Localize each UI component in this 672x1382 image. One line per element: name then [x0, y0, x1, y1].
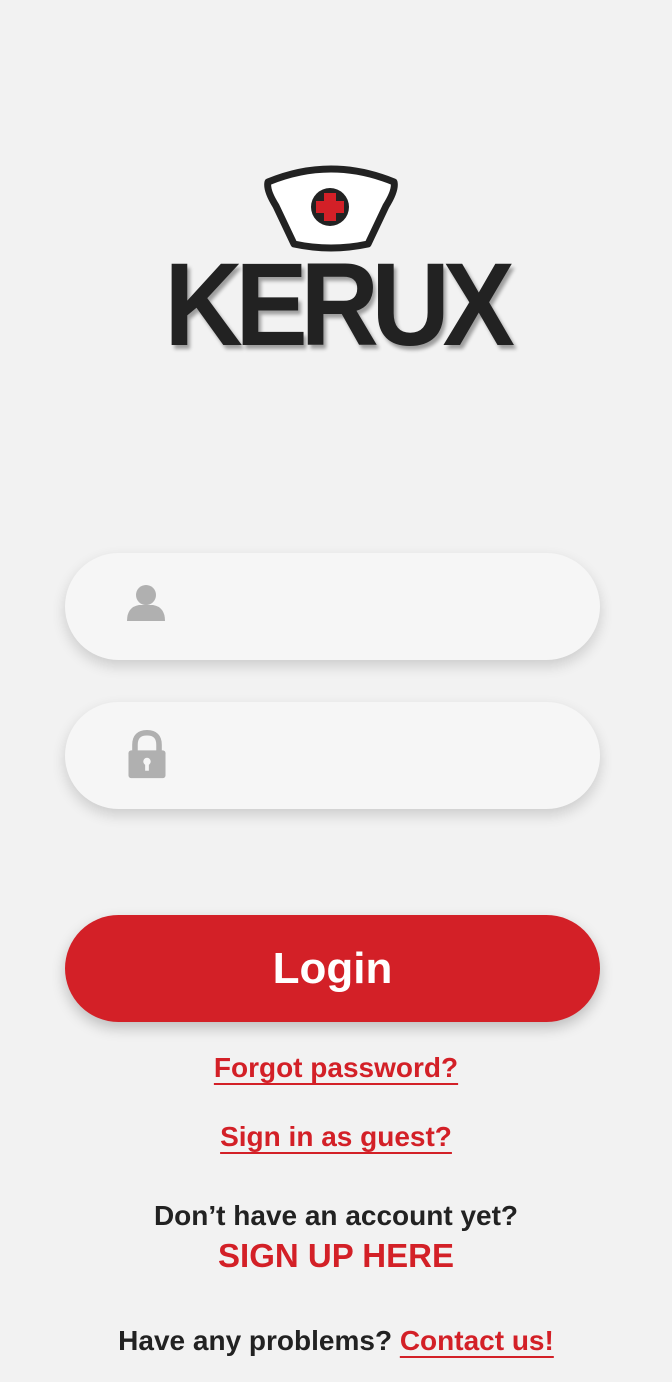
- lock-icon: [128, 730, 166, 779]
- username-input[interactable]: [195, 573, 579, 642]
- problems-row: Have any problems? Contact us!: [0, 1325, 672, 1357]
- sign-up-link[interactable]: SIGN UP HERE: [0, 1237, 672, 1275]
- login-button[interactable]: Login: [65, 915, 600, 1022]
- username-field[interactable]: [65, 553, 600, 660]
- guest-signin-link[interactable]: Sign in as guest?: [220, 1121, 452, 1152]
- app-logo-text: KERUX: [164, 239, 515, 371]
- guest-signin-row: Sign in as guest?: [0, 1121, 672, 1153]
- red-cross-icon: [311, 188, 349, 226]
- password-input[interactable]: [195, 722, 579, 791]
- user-icon: [127, 585, 165, 621]
- forgot-password-link[interactable]: Forgot password?: [214, 1052, 458, 1083]
- contact-us-link[interactable]: Contact us!: [400, 1325, 554, 1356]
- no-account-text: Don’t have an account yet?: [153, 1200, 519, 1231]
- forgot-password-row: Forgot password?: [0, 1052, 672, 1084]
- app-logo: KERUX: [0, 150, 672, 380]
- password-field[interactable]: [65, 702, 600, 809]
- problems-text: Have any problems?: [118, 1325, 393, 1356]
